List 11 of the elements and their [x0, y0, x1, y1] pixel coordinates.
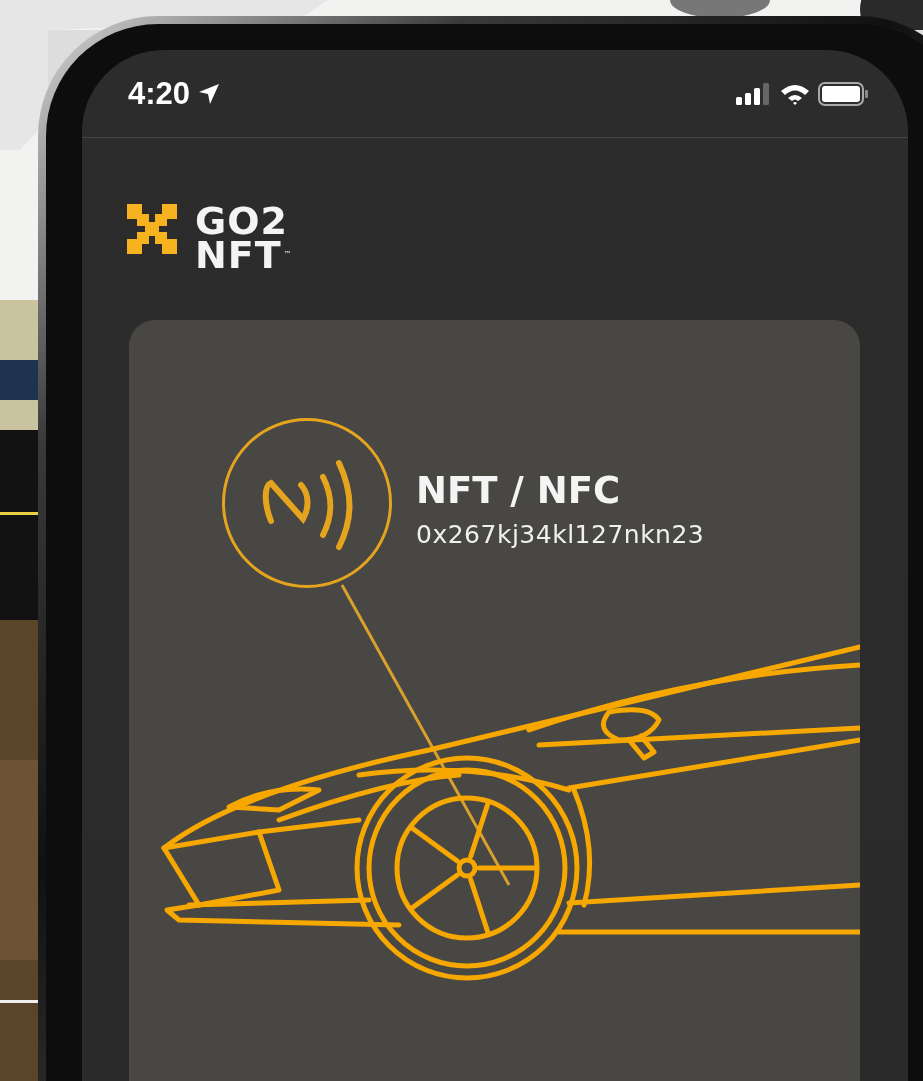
- card-title: NFT / NFC: [416, 469, 622, 512]
- location-arrow-icon: [198, 82, 221, 105]
- logo-text: GO2: [195, 204, 289, 238]
- wifi-icon: [780, 82, 810, 105]
- battery-icon: [818, 81, 870, 106]
- logo-icon: [127, 204, 177, 254]
- signal-icon: [736, 81, 772, 106]
- logo-text: NFT: [195, 238, 282, 272]
- status-time: 4:20: [128, 75, 191, 112]
- token-id: 0x267kj34kl127nkn23: [416, 520, 705, 549]
- trademark-sign: ™: [283, 249, 292, 261]
